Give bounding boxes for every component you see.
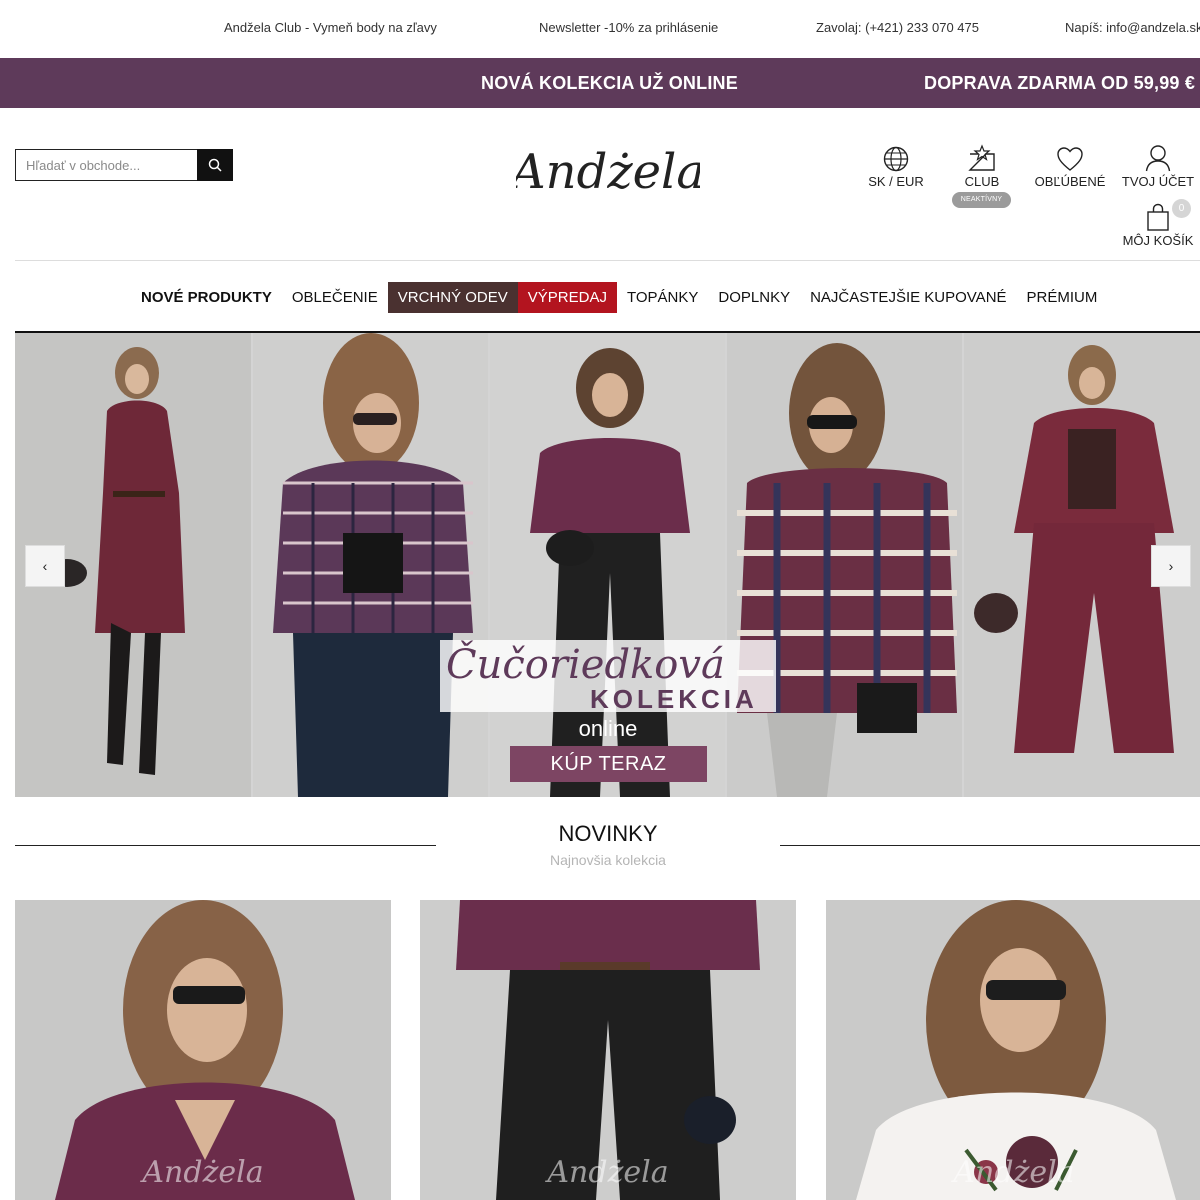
phone-link[interactable]: Zavolaj: (+421) 233 070 475 — [816, 20, 979, 35]
shopping-bag-icon — [1147, 203, 1169, 231]
hero-title: KOLEKCIA — [590, 684, 758, 714]
search-icon — [208, 158, 222, 172]
site-logo[interactable]: Andżela — [507, 130, 705, 200]
nav-sale[interactable]: VÝPREDAJ — [517, 282, 617, 313]
product-card-1[interactable]: Andżela — [15, 900, 391, 1200]
account-label: TVOJ ÚČET — [1121, 174, 1195, 189]
product-watermark: Andżela — [547, 1155, 669, 1190]
product-card-2[interactable]: Andżela — [420, 900, 796, 1200]
nav-accessories[interactable]: DOPLNKY — [708, 282, 800, 313]
nav-clothing[interactable]: OBLEČENIE — [282, 282, 388, 313]
logo-text: Andżela — [516, 144, 700, 200]
nav-outerwear[interactable]: VRCHNÝ ODEV — [387, 282, 518, 313]
user-icon — [1145, 145, 1171, 172]
promo-free-shipping[interactable]: DOPRAVA ZDARMA OD 59,99 € — [924, 73, 1195, 94]
hero-script-title: Čučoriedková — [446, 642, 725, 688]
product-watermark: Andżela — [142, 1155, 264, 1190]
slider-next-button[interactable]: › — [1151, 545, 1191, 587]
club-info-link[interactable]: Andžela Club - Vymeň body na zľavy — [224, 20, 437, 35]
header-divider — [15, 260, 1200, 261]
product-watermark: Andżela — [953, 1155, 1075, 1190]
cart-count-badge: 0 — [1172, 199, 1191, 218]
slider-prev-button[interactable]: ‹ — [25, 545, 65, 587]
section-divider-right — [780, 845, 1200, 846]
favorites-label: OBĽÚBENÉ — [1034, 174, 1106, 189]
club-label: CLUB — [964, 174, 1000, 189]
hero-buy-now-button[interactable]: KÚP TERAZ — [510, 746, 707, 782]
nav-premium[interactable]: PRÉMIUM — [1017, 282, 1108, 313]
product-card-3[interactable]: Andżela — [826, 900, 1200, 1200]
promo-bar: NOVÁ KOLEKCIA UŽ ONLINE DOPRAVA ZDARMA O… — [0, 58, 1200, 108]
cart-label: MÔJ KOŠÍK — [1122, 233, 1194, 248]
newsletter-link[interactable]: Newsletter -10% za prihlásenie — [539, 20, 718, 35]
currency-switcher[interactable]: SK / EUR — [856, 142, 936, 189]
section-divider-left — [15, 845, 436, 846]
main-navigation: NOVÉ PRODUKTY OBLEČENIE VRCHNÝ ODEV VÝPR… — [131, 282, 1107, 313]
top-info-bar: Andžela Club - Vymeň body na zľavy Newsl… — [0, 0, 1200, 58]
chevron-right-icon: › — [1168, 558, 1174, 574]
heart-icon — [1057, 147, 1083, 171]
account-link[interactable]: TVOJ ÚČET — [1118, 142, 1198, 189]
club-star-icon — [968, 144, 995, 171]
section-subtitle: Najnovšia kolekcia — [550, 852, 666, 868]
club-status-badge: NEAKTÍVNY — [952, 192, 1011, 208]
chevron-left-icon: ‹ — [42, 558, 48, 574]
search-form — [15, 149, 233, 181]
hero-subtitle: online — [578, 716, 638, 741]
globe-icon — [883, 146, 909, 172]
favorites-link[interactable]: OBĽÚBENÉ — [1030, 142, 1110, 189]
section-title: NOVINKY — [558, 821, 658, 846]
nav-bestsellers[interactable]: NAJČASTEJŠIE KUPOVANÉ — [800, 282, 1016, 313]
nav-shoes[interactable]: TOPÁNKY — [617, 282, 708, 313]
search-button[interactable] — [197, 149, 233, 181]
nav-new-products[interactable]: NOVÉ PRODUKTY — [131, 282, 282, 313]
currency-label: SK / EUR — [868, 174, 924, 189]
email-link[interactable]: Napíš: info@andzela.sk — [1065, 20, 1200, 35]
club-link[interactable]: CLUB — [942, 142, 1022, 189]
search-input[interactable] — [15, 149, 197, 181]
promo-new-collection[interactable]: NOVÁ KOLEKCIA UŽ ONLINE — [481, 73, 738, 94]
